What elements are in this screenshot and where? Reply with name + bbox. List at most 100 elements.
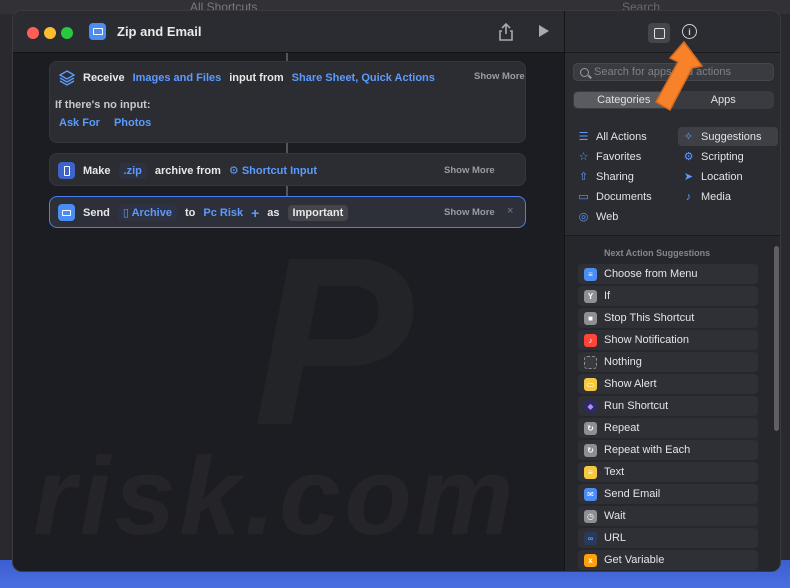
show-more-button[interactable]: Show More bbox=[444, 165, 495, 176]
suggestion-choose-from-menu[interactable]: ≡ Choose from Menu bbox=[578, 264, 758, 284]
suggestion-show-alert[interactable]: ▭ Show Alert bbox=[578, 374, 758, 394]
layers-icon: ◆ bbox=[584, 399, 597, 413]
location-icon: ➤ bbox=[683, 171, 694, 183]
show-more-button[interactable]: Show More bbox=[444, 207, 495, 218]
suggestion-label: Repeat bbox=[604, 422, 640, 434]
archive-label: Archive bbox=[131, 207, 172, 219]
zoom-window-button[interactable] bbox=[61, 27, 73, 39]
suggestion-label: Choose from Menu bbox=[604, 268, 698, 280]
run-play-icon[interactable] bbox=[539, 25, 549, 37]
suggestion-get-variable[interactable]: x Get Variable bbox=[578, 550, 758, 570]
suggestion-repeat-with-each[interactable]: ↻ Repeat with Each bbox=[578, 440, 758, 460]
receive-action-card[interactable]: Receive Images and Files input from Shar… bbox=[49, 61, 526, 143]
suggestion-label: URL bbox=[604, 532, 627, 544]
category-sharing[interactable]: ⇧ Sharing bbox=[573, 167, 673, 186]
suggestion-label: Wait bbox=[604, 510, 626, 522]
suggestion-nothing[interactable]: Nothing bbox=[578, 352, 758, 372]
send-email-action-card[interactable]: Send ▯ Archive to Pc Risk + as Important… bbox=[49, 196, 526, 228]
suggestions-header: Next Action Suggestions bbox=[604, 248, 711, 258]
document-icon: ▭ bbox=[578, 191, 589, 203]
suggestion-label: Show Alert bbox=[604, 378, 657, 390]
empty-icon bbox=[584, 355, 597, 369]
shortcut-editor-window: Zip and Email P risk.com Receive bbox=[12, 10, 781, 572]
remove-action-icon[interactable]: × bbox=[507, 205, 513, 217]
receive-verb: Receive bbox=[83, 71, 125, 84]
category-web[interactable]: ◎ Web bbox=[573, 207, 673, 226]
tab-categories[interactable]: Categories bbox=[574, 92, 674, 108]
sidebar-toolbar: i bbox=[565, 11, 780, 53]
category-documents[interactable]: ▭ Documents bbox=[573, 187, 673, 206]
show-more-button[interactable]: Show More bbox=[474, 71, 525, 82]
input-types-token[interactable]: Images and Files bbox=[133, 72, 222, 84]
category-label: All Actions bbox=[596, 130, 647, 143]
action-library-sidebar: i Categories Apps ☰ All Actions ✧ Suggesti… bbox=[564, 11, 780, 571]
bell-icon: ♪ bbox=[584, 333, 597, 347]
share-icon[interactable] bbox=[497, 22, 515, 42]
suggestion-run-shortcut[interactable]: ◆ Run Shortcut bbox=[578, 396, 758, 416]
ask-for-token[interactable]: Ask For bbox=[59, 117, 100, 129]
list-icon: ☰ bbox=[578, 131, 589, 143]
category-media[interactable]: ♪ Media bbox=[678, 187, 778, 206]
minimize-window-button[interactable] bbox=[44, 27, 56, 39]
suggestion-label: Nothing bbox=[604, 356, 642, 368]
make-archive-action-card[interactable]: Make .zip archive from ⚙ Shortcut Input … bbox=[49, 153, 526, 186]
music-icon: ♪ bbox=[685, 190, 692, 203]
suggestion-send-email[interactable]: ✉ Send Email bbox=[578, 484, 758, 504]
suggestion-wait[interactable]: ◷ Wait bbox=[578, 506, 758, 526]
suggestion-stop-this-shortcut[interactable]: ■ Stop This Shortcut bbox=[578, 308, 758, 328]
add-recipient-button[interactable]: + bbox=[251, 205, 259, 221]
input-sources-token[interactable]: Share Sheet, Quick Actions bbox=[292, 72, 435, 84]
make-verb: Make bbox=[83, 164, 111, 177]
input-from-label: input from bbox=[229, 71, 284, 84]
suggestion-show-notification[interactable]: ♪ Show Notification bbox=[578, 330, 758, 350]
category-label: Sharing bbox=[596, 170, 634, 183]
action-library-button[interactable] bbox=[648, 23, 670, 43]
add-action-icon bbox=[653, 27, 665, 39]
categories-apps-segmented-control: Categories Apps bbox=[573, 91, 774, 109]
action-editor: P risk.com Receive Images and Files inpu… bbox=[13, 53, 564, 571]
connector-line bbox=[286, 143, 288, 153]
no-input-label: If there's no input: bbox=[55, 99, 151, 111]
suggestion-if[interactable]: Y If bbox=[578, 286, 758, 306]
suggestion-text[interactable]: ≡ Text bbox=[578, 462, 758, 482]
alert-icon: ▭ bbox=[584, 377, 597, 391]
suggestion-url[interactable]: ∞ URL bbox=[578, 528, 758, 548]
suggestion-label: Show Notification bbox=[604, 334, 689, 346]
format-token[interactable]: .zip bbox=[118, 162, 147, 179]
variable-icon: x bbox=[584, 553, 597, 567]
shortcut-input-token[interactable]: ⚙ Shortcut Input bbox=[229, 164, 317, 177]
text-icon: ≡ bbox=[584, 465, 597, 479]
titlebar: Zip and Email bbox=[13, 11, 564, 53]
send-verb: Send bbox=[83, 206, 110, 219]
connector-line bbox=[286, 53, 288, 61]
category-scripting[interactable]: ⚙ Scripting bbox=[678, 147, 778, 166]
category-all-actions[interactable]: ☰ All Actions bbox=[573, 127, 673, 146]
archive-from-label: archive from bbox=[154, 164, 221, 177]
category-favorites[interactable]: ☆ Favorites bbox=[573, 147, 673, 166]
suggestion-label: Send Email bbox=[604, 488, 661, 500]
search-input[interactable] bbox=[594, 66, 769, 78]
zip-icon bbox=[58, 162, 75, 179]
star-icon: ☆ bbox=[578, 151, 589, 163]
connector-line bbox=[286, 186, 288, 196]
recipient-token[interactable]: Pc Risk bbox=[203, 207, 243, 219]
to-label: to bbox=[184, 206, 196, 219]
photos-token[interactable]: Photos bbox=[114, 117, 151, 129]
category-location[interactable]: ➤ Location bbox=[678, 167, 778, 186]
shortcut-mail-icon bbox=[89, 23, 106, 40]
shortcut-input-label: Shortcut Input bbox=[241, 165, 317, 177]
suggestion-label: Stop This Shortcut bbox=[604, 312, 695, 324]
search-field[interactable] bbox=[573, 63, 774, 81]
category-label: Media bbox=[701, 190, 731, 203]
subject-token[interactable]: Important bbox=[287, 204, 349, 221]
suggestions-scrollbar[interactable] bbox=[774, 246, 779, 431]
info-icon[interactable]: i bbox=[682, 24, 697, 39]
tab-apps[interactable]: Apps bbox=[674, 92, 774, 108]
suggestion-label: Text bbox=[604, 466, 625, 478]
window-title: Zip and Email bbox=[117, 24, 202, 39]
category-suggestions[interactable]: ✧ Suggestions bbox=[678, 127, 778, 146]
close-window-button[interactable] bbox=[27, 27, 39, 39]
suggestion-repeat[interactable]: ↻ Repeat bbox=[578, 418, 758, 438]
archive-variable-token[interactable]: ▯ Archive bbox=[117, 204, 177, 221]
watermark-text: risk.com bbox=[33, 433, 517, 560]
